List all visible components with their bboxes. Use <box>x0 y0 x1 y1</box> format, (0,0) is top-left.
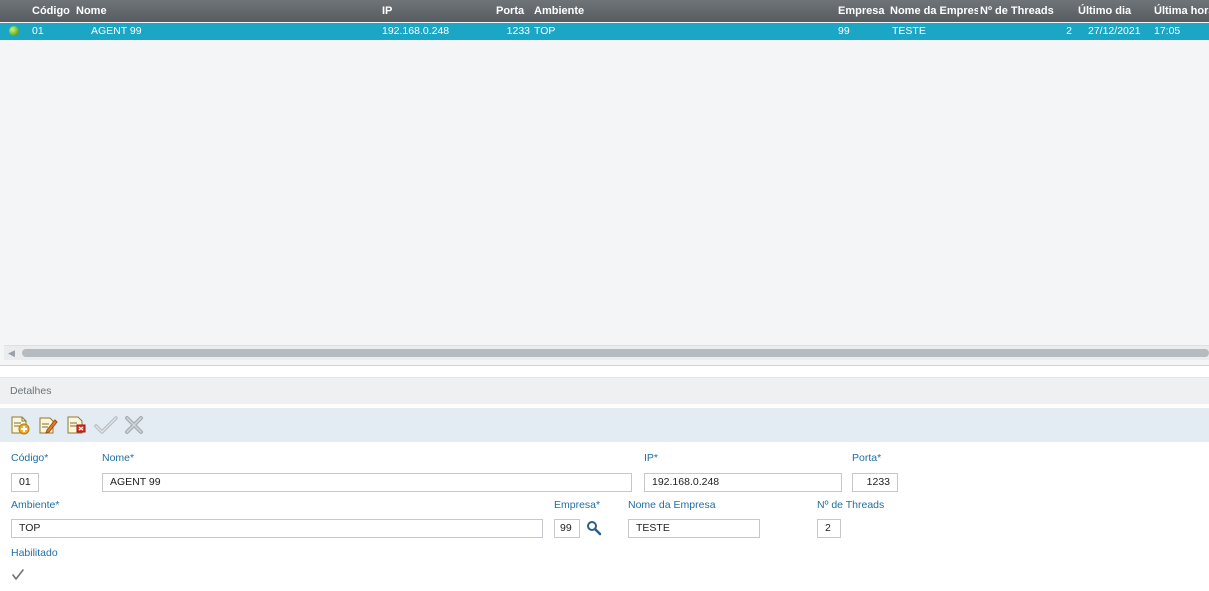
checkmark-icon[interactable] <box>94 415 118 435</box>
cell-ip: 192.168.0.248 <box>382 25 450 37</box>
column-header-ultima-hora[interactable]: Última hora <box>1152 0 1209 22</box>
ip-field[interactable]: 192.168.0.248 <box>644 473 842 492</box>
column-header-codigo[interactable]: Código <box>30 0 74 22</box>
habilitado-checkbox[interactable] <box>11 568 25 582</box>
label-ambiente: Ambiente* <box>11 499 60 511</box>
threads-field[interactable]: 2 <box>817 519 841 538</box>
cell-ultima-hora: 17:05 <box>1154 25 1181 37</box>
column-header-nome-empresa[interactable]: Nome da Empres <box>888 0 978 22</box>
details-title: Detalhes <box>10 385 52 397</box>
column-header-nome[interactable]: Nome <box>74 0 380 22</box>
cell-porta: 1233 <box>506 25 530 37</box>
edit-document-icon[interactable] <box>38 415 58 435</box>
delete-document-icon[interactable] <box>66 415 86 435</box>
label-nome: Nome* <box>102 452 135 464</box>
column-header-ultimo-dia[interactable]: Último dia <box>1076 0 1152 22</box>
label-threads: Nº de Threads <box>817 499 885 511</box>
column-header-ambiente[interactable]: Ambiente <box>532 0 836 22</box>
cell-ultimo-dia: 27/12/2021 <box>1088 25 1141 37</box>
cell-ambiente: TOP <box>534 25 556 37</box>
nome-field[interactable]: AGENT 99 <box>102 473 632 492</box>
label-habilitado: Habilitado <box>11 547 58 559</box>
scrollbar-thumb[interactable] <box>22 349 1209 357</box>
add-document-icon[interactable] <box>10 415 30 435</box>
label-empresa: Empresa* <box>554 499 601 511</box>
empresa-field[interactable]: 99 <box>554 519 580 538</box>
cell-threads: 2 <box>1066 25 1072 37</box>
column-header-ip[interactable]: IP <box>380 0 494 22</box>
grid-header: Código Nome IP Porta Ambiente Empresa No… <box>0 0 1209 22</box>
label-ip: IP* <box>644 452 659 464</box>
ambiente-field[interactable]: TOP <box>11 519 543 538</box>
codigo-field[interactable]: 01 <box>11 473 39 492</box>
label-porta: Porta* <box>852 452 882 464</box>
agents-grid: Código Nome IP Porta Ambiente Empresa No… <box>0 0 1209 366</box>
horizontal-scrollbar[interactable]: ◀ <box>4 345 1209 360</box>
details-toolbar <box>0 408 1209 442</box>
scroll-left-arrow-icon[interactable]: ◀ <box>8 348 16 358</box>
porta-field[interactable]: 1233 <box>852 473 898 492</box>
label-nome-empresa: Nome da Empresa <box>628 499 716 511</box>
details-section-header: Detalhes <box>0 377 1209 404</box>
nome-empresa-field[interactable]: TESTE <box>628 519 760 538</box>
status-indicator-icon <box>9 26 19 36</box>
column-header-empresa[interactable]: Empresa <box>836 0 888 22</box>
close-icon[interactable] <box>124 415 144 435</box>
cell-codigo: 01 <box>32 25 44 37</box>
column-header-porta[interactable]: Porta <box>494 0 532 22</box>
search-icon[interactable] <box>586 520 602 536</box>
cell-empresa: 99 <box>838 25 850 37</box>
table-row[interactable]: 01 AGENT 99 192.168.0.248 1233 TOP 99 TE… <box>0 23 1209 40</box>
label-codigo: Código* <box>11 452 49 464</box>
column-header-threads[interactable]: Nº de Threads <box>978 0 1076 22</box>
cell-nome-empresa: TESTE <box>892 25 926 37</box>
cell-nome: AGENT 99 <box>91 25 142 37</box>
